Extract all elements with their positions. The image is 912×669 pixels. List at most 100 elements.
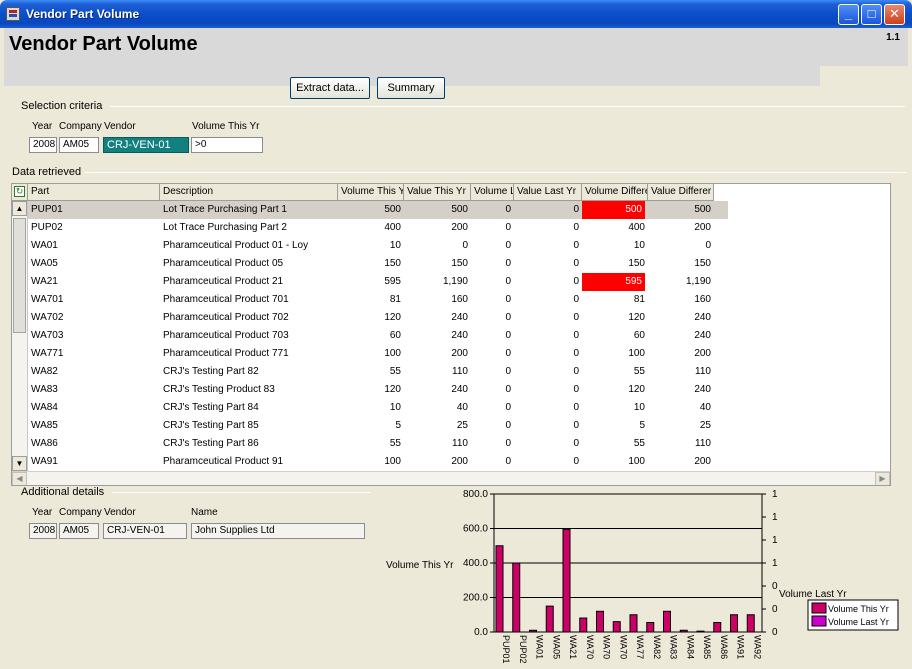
cell-volume-last-yr: 0 [505,402,511,413]
cell-volume-last-yr: 0 [505,240,511,251]
selection-company-field[interactable]: AM05 [59,137,99,153]
x-tick-label: WA86 [719,635,729,659]
cell-value-difference: 110 [695,438,711,449]
column-header-volume-last-yr[interactable]: Volume L [471,184,514,201]
table-row[interactable]: PUP02 Lot Trace Purchasing Part 2 400 200 0 0… [28,219,728,237]
cell-part: WA91 [31,456,58,467]
cell-volume-this-yr: 120 [384,384,401,395]
table-row[interactable]: WA05 Pharamceutical Product 05 150 150 0 0 150… [28,255,728,273]
y2-tick-label: 1 [772,535,778,546]
cell-volume-this-yr: 150 [384,258,401,269]
table-row[interactable]: WA84 CRJ's Testing Part 84 10 40 0 0 10 40 [28,399,728,417]
table-row[interactable]: WA91 Pharamceutical Product 91 100 200 0 0 100… [28,453,728,471]
cell-value-difference: 500 [694,204,711,215]
cell-value-this-yr: 200 [451,456,468,467]
table-row[interactable]: WA82 CRJ's Testing Part 82 55 110 0 0 55 110 [28,363,728,381]
cell-value-last-yr: 0 [573,276,579,287]
grid-corner[interactable]: ↻ [12,184,28,201]
refresh-icon: ↻ [14,186,25,197]
minimize-button[interactable]: _ [838,4,859,25]
cell-volume-difference: 10 [633,240,645,251]
column-header-value-this-yr[interactable]: Value This Yr [404,184,471,201]
page-title: Vendor Part Volume [9,33,198,55]
y-axis-label: Volume This Yr [386,560,454,571]
cell-volume-difference: 81 [633,294,645,305]
x-tick-label: WA70 [602,635,612,659]
cell-value-last-yr: 0 [573,330,579,341]
close-button[interactable]: ✕ [884,4,905,25]
scroll-up-button[interactable]: ▲ [12,201,27,216]
cell-value-difference: 200 [694,222,711,233]
table-row[interactable]: WA702 Pharamceutical Product 702 120 240 0 0 1… [28,309,728,327]
right-arrow-icon: ▶ [879,474,886,483]
cell-volume-this-yr: 400 [384,222,401,233]
cell-volume-last-yr: 0 [505,204,511,215]
column-header-value-difference[interactable]: Value Differer [648,184,714,201]
cell-value-last-yr: 0 [573,222,579,233]
bar-volume-this-yr [646,622,655,633]
column-header-volume-difference[interactable]: Volume Differe [582,184,648,201]
data-grid[interactable]: ↻ Part Description Volume This Y Value This… [11,183,891,486]
cell-volume-this-yr: 55 [389,438,401,449]
cell-value-last-yr: 0 [573,456,579,467]
table-row[interactable]: PUP01 Lot Trace Purchasing Part 1 500 500 0 0… [28,201,728,219]
cell-value-this-yr: 0 [462,240,468,251]
table-row[interactable]: WA771 Pharamceutical Product 771 100 200 0 0 1… [28,345,728,363]
cell-value-last-yr: 0 [573,348,579,359]
y2-tick-label: 0 [772,604,778,615]
selection-company-label: Company [59,121,102,132]
extract-data-button[interactable]: Extract data... [290,77,370,99]
up-arrow-icon: ▲ [15,204,24,213]
scroll-thumb[interactable] [13,218,26,333]
cell-volume-last-yr: 0 [505,366,511,377]
x-tick-label: WA91 [736,635,746,659]
bar-volume-this-yr [512,562,521,633]
maximize-button[interactable]: □ [861,4,882,25]
cell-part: WA701 [31,294,64,305]
column-header-part[interactable]: Part [28,184,160,201]
summary-button[interactable]: Summary [377,77,445,99]
table-row[interactable]: WA701 Pharamceutical Product 701 81 160 0 0 81… [28,291,728,309]
y2-tick-label: 1 [772,558,778,569]
cell-value-difference: 40 [699,402,711,413]
y2-tick-label: 0 [772,627,778,638]
table-row[interactable]: WA21 Pharamceutical Product 21 595 1,190 0 0 5… [28,273,728,291]
vertical-scrollbar[interactable]: ▲ ▼ [12,201,28,471]
cell-value-this-yr: 240 [451,312,468,323]
cell-volume-difference: 60 [633,330,645,341]
cell-description: Pharamceutical Product 701 [163,294,289,305]
table-row[interactable]: WA83 CRJ's Testing Product 83 120 240 0 0 120 2… [28,381,728,399]
x-tick-label: WA70 [585,635,595,659]
cell-volume-difference: 595 [582,273,645,291]
scroll-down-button[interactable]: ▼ [12,456,27,471]
y-tick-label: 800.0 [463,489,488,500]
cell-volume-last-yr: 0 [505,330,511,341]
column-header-value-last-yr[interactable]: Value Last Yr [514,184,582,201]
cell-volume-this-yr: 10 [389,240,401,251]
column-header-description[interactable]: Description [160,184,338,201]
cell-volume-difference: 55 [633,438,645,449]
table-row[interactable]: WA85 CRJ's Testing Part 85 5 25 0 0 5 25 [28,417,728,435]
cell-value-last-yr: 0 [573,438,579,449]
table-row[interactable]: WA01 Pharamceutical Product 01 - Loy 10 0 0 0… [28,237,728,255]
selection-volume-field[interactable]: >0 [191,137,263,153]
bar-volume-this-yr [596,610,604,633]
y2-tick-label: 1 [772,489,778,500]
column-header-volume-this-yr[interactable]: Volume This Y [338,184,404,201]
cell-volume-difference: 5 [639,420,645,431]
selection-vendor-field[interactable]: CRJ-VEN-01 [103,137,189,153]
legend-swatch-last-yr [811,615,827,627]
cell-part: WA82 [31,366,58,377]
table-row[interactable]: WA86 CRJ's Testing Part 86 55 110 0 0 55 110 [28,435,728,453]
cell-volume-last-yr: 0 [505,258,511,269]
table-row[interactable]: WA703 Pharamceutical Product 703 60 240 0 0 60… [28,327,728,345]
version-label: 1.1 [886,32,900,43]
x-tick-label: WA05 [551,635,561,659]
x-tick-label: WA21 [568,635,578,659]
selection-year-field[interactable]: 2008 [29,137,57,153]
cell-value-this-yr: 110 [452,438,468,449]
window-title: Vendor Part Volume [26,7,140,21]
bar-volume-this-yr [545,605,554,633]
scroll-left-button[interactable]: ◀ [12,472,27,485]
additional-year-label: Year [32,507,53,518]
